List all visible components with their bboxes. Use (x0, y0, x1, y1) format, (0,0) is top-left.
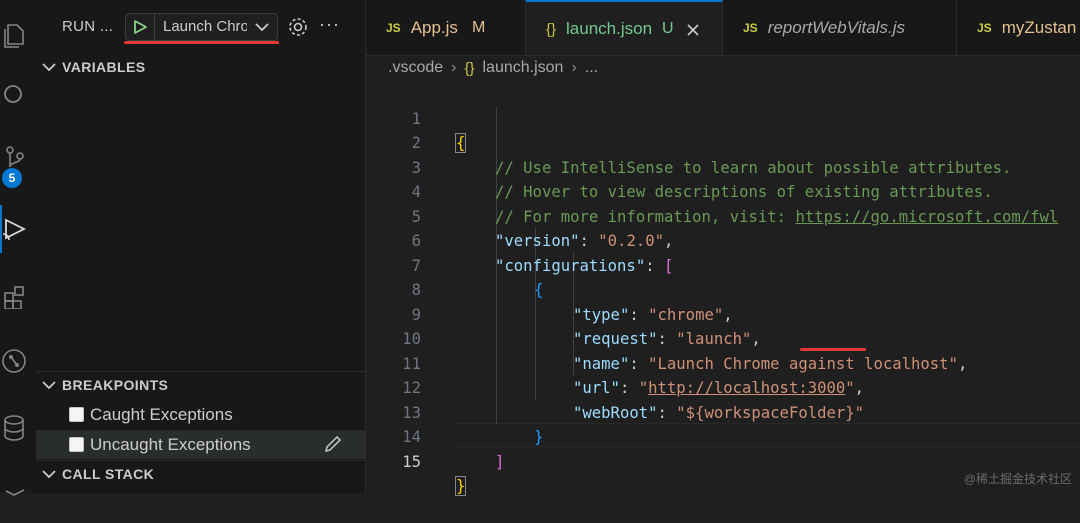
tab-label: reportWebVitals.js (767, 17, 906, 37)
divider (36, 460, 365, 461)
launch-config-dropdown[interactable]: Launch Chrome (125, 13, 278, 41)
extensions-icon[interactable] (0, 278, 30, 314)
code-line: 1 { (366, 82, 1080, 153)
debug-sidebar: RUN ... Launch Chrome ··· VARIABLES BREA… (36, 0, 366, 493)
annotation-underline (124, 41, 279, 44)
breadcrumb-tail[interactable]: ... (585, 59, 598, 77)
code-line: 5 "version": "0.2.0", (366, 180, 1080, 251)
launch-config-label: Launch Chrome (163, 18, 247, 35)
code-line: 7 { (366, 229, 1080, 300)
js-file-icon: JS (386, 20, 401, 35)
tab-status: U (662, 20, 674, 37)
editor-tabs: JS App.js M {} launch.json U JS reportWe… (366, 0, 1080, 56)
divider (36, 371, 365, 372)
code-token: } (454, 476, 467, 496)
tab-status: M (471, 18, 486, 36)
chevron-down-icon (36, 469, 62, 479)
variables-section-header[interactable]: VARIABLES (36, 55, 366, 79)
breakpoint-label: Caught Exceptions (90, 404, 233, 424)
close-icon[interactable] (686, 22, 700, 36)
breakpoint-item[interactable]: Uncaught Exceptions (36, 430, 365, 459)
chevron-right-icon: › (571, 59, 577, 76)
tab-label: launch.json (566, 19, 653, 38)
code-line: 3 // Hover to view descriptions of exist… (366, 131, 1080, 202)
search-icon[interactable] (0, 78, 30, 114)
code-editor[interactable]: 1 { 2 // Use IntelliSense to learn about… (366, 80, 1080, 496)
call-stack-section-header[interactable]: CALL STACK (36, 462, 366, 486)
breakpoints-section-header[interactable]: BREAKPOINTS (36, 373, 366, 397)
code-line: 11 "url": "http://localhost:3000", (366, 327, 1080, 398)
breakpoint-checkbox[interactable] (69, 407, 84, 422)
more-actions-icon[interactable]: ··· (319, 14, 340, 35)
line-number: 15 (402, 452, 421, 471)
js-file-icon: JS (977, 20, 992, 35)
breadcrumb: .vscode › {} launch.json › ... (388, 56, 598, 80)
chevron-right-icon: › (451, 59, 457, 76)
breadcrumb-file[interactable]: launch.json (483, 59, 564, 77)
database-icon[interactable] (0, 410, 30, 446)
breakpoints-title: BREAKPOINTS (62, 377, 169, 393)
gear-icon[interactable] (287, 16, 309, 38)
code-line: 14 ] (366, 401, 1080, 471)
json-file-icon: {} (546, 20, 557, 38)
chevron-down-icon (253, 18, 271, 36)
code-line: 9 "request": "launch", (366, 278, 1080, 349)
variables-title: VARIABLES (62, 59, 146, 75)
js-file-icon: JS (743, 20, 758, 35)
git-graph-icon[interactable] (0, 343, 30, 379)
remote-icon[interactable] (0, 468, 30, 504)
edit-icon[interactable] (323, 434, 343, 454)
code-line: 13 } (366, 376, 1080, 447)
run-debug-icon[interactable] (0, 211, 30, 247)
chevron-down-icon (36, 62, 62, 72)
tab-report-web-vitals[interactable]: JS reportWebVitals.js (723, 0, 957, 55)
json-file-icon: {} (464, 59, 475, 77)
breakpoint-label: Uncaught Exceptions (90, 434, 251, 454)
breadcrumb-folder[interactable]: .vscode (388, 59, 443, 77)
source-control-badge: 5 (2, 168, 22, 188)
breakpoint-item[interactable]: Caught Exceptions (36, 400, 365, 429)
watermark: @稀土掘金技术社区 (963, 472, 1072, 486)
activity-bar: 5 (0, 0, 36, 496)
annotation-underline (800, 348, 866, 351)
run-view-title: RUN ... (62, 18, 114, 35)
play-icon (134, 20, 147, 34)
start-debugging-button[interactable] (126, 14, 155, 40)
code-line: 4 // For more information, visit: https:… (366, 156, 1080, 226)
code-line: 10 "name": "Launch Chrome against localh… (366, 303, 1080, 373)
code-line: 2 // Use IntelliSense to learn about pos… (366, 107, 1080, 177)
call-stack-title: CALL STACK (62, 466, 155, 482)
tab-app-js[interactable]: JS App.js M (366, 0, 526, 55)
code-token: ] (495, 452, 505, 471)
tab-launch-json[interactable]: {} launch.json U (526, 0, 723, 55)
code-line: 15 } (366, 425, 1080, 496)
chevron-down-icon (36, 380, 62, 390)
explorer-icon[interactable] (0, 18, 30, 54)
code-line: 8 "type": "chrome", (366, 254, 1080, 324)
code-line: 6 "configurations": [ (366, 205, 1080, 275)
code-line: 12 "webRoot": "${workspaceFolder}" (366, 352, 1080, 422)
tab-label: myZustan (1001, 17, 1077, 37)
breakpoint-checkbox[interactable] (69, 437, 84, 452)
tab-my-zustand[interactable]: JS myZustan (957, 0, 1080, 55)
tab-label: App.js (410, 17, 458, 37)
